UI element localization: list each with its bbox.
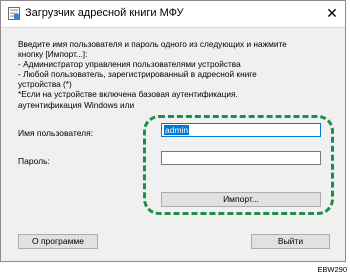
instructions-line: *Если на устройстве включена базовая аут… [18,89,238,100]
figure-code: EBW290 [317,265,347,274]
instructions-line: - Администратор управления пользователям… [18,59,241,70]
close-icon[interactable]: ✕ [325,6,339,20]
username-field[interactable]: admin [161,123,321,137]
address-book-icon [8,7,20,20]
exit-button[interactable]: Выйти [251,234,330,249]
password-label: Пароль: [18,156,50,166]
instructions-line: Введите имя пользователя и пароль одного… [18,39,287,49]
about-button[interactable]: О программе [18,234,98,249]
password-field[interactable] [161,151,321,165]
instructions-line: - Любой пользователь, зарегистрированный… [18,69,257,80]
instructions-text: Введите имя пользователя и пароль одного… [18,39,340,119]
window-title: Загрузчик адресной книги МФУ [25,7,184,19]
title-bar: Загрузчик адресной книги МФУ ✕ [1,1,345,28]
username-value: admin [164,125,190,135]
address-book-loader-dialog: Загрузчик адресной книги МФУ ✕ Введите и… [0,0,346,262]
import-button[interactable]: Импорт... [161,192,321,207]
instructions-line: кнопку [Импорт...]: [18,49,88,60]
username-label: Имя пользователя: [18,128,94,138]
instructions-line: устройства (*) [18,79,72,90]
instructions-line: аутентификация Windows или [18,99,135,110]
